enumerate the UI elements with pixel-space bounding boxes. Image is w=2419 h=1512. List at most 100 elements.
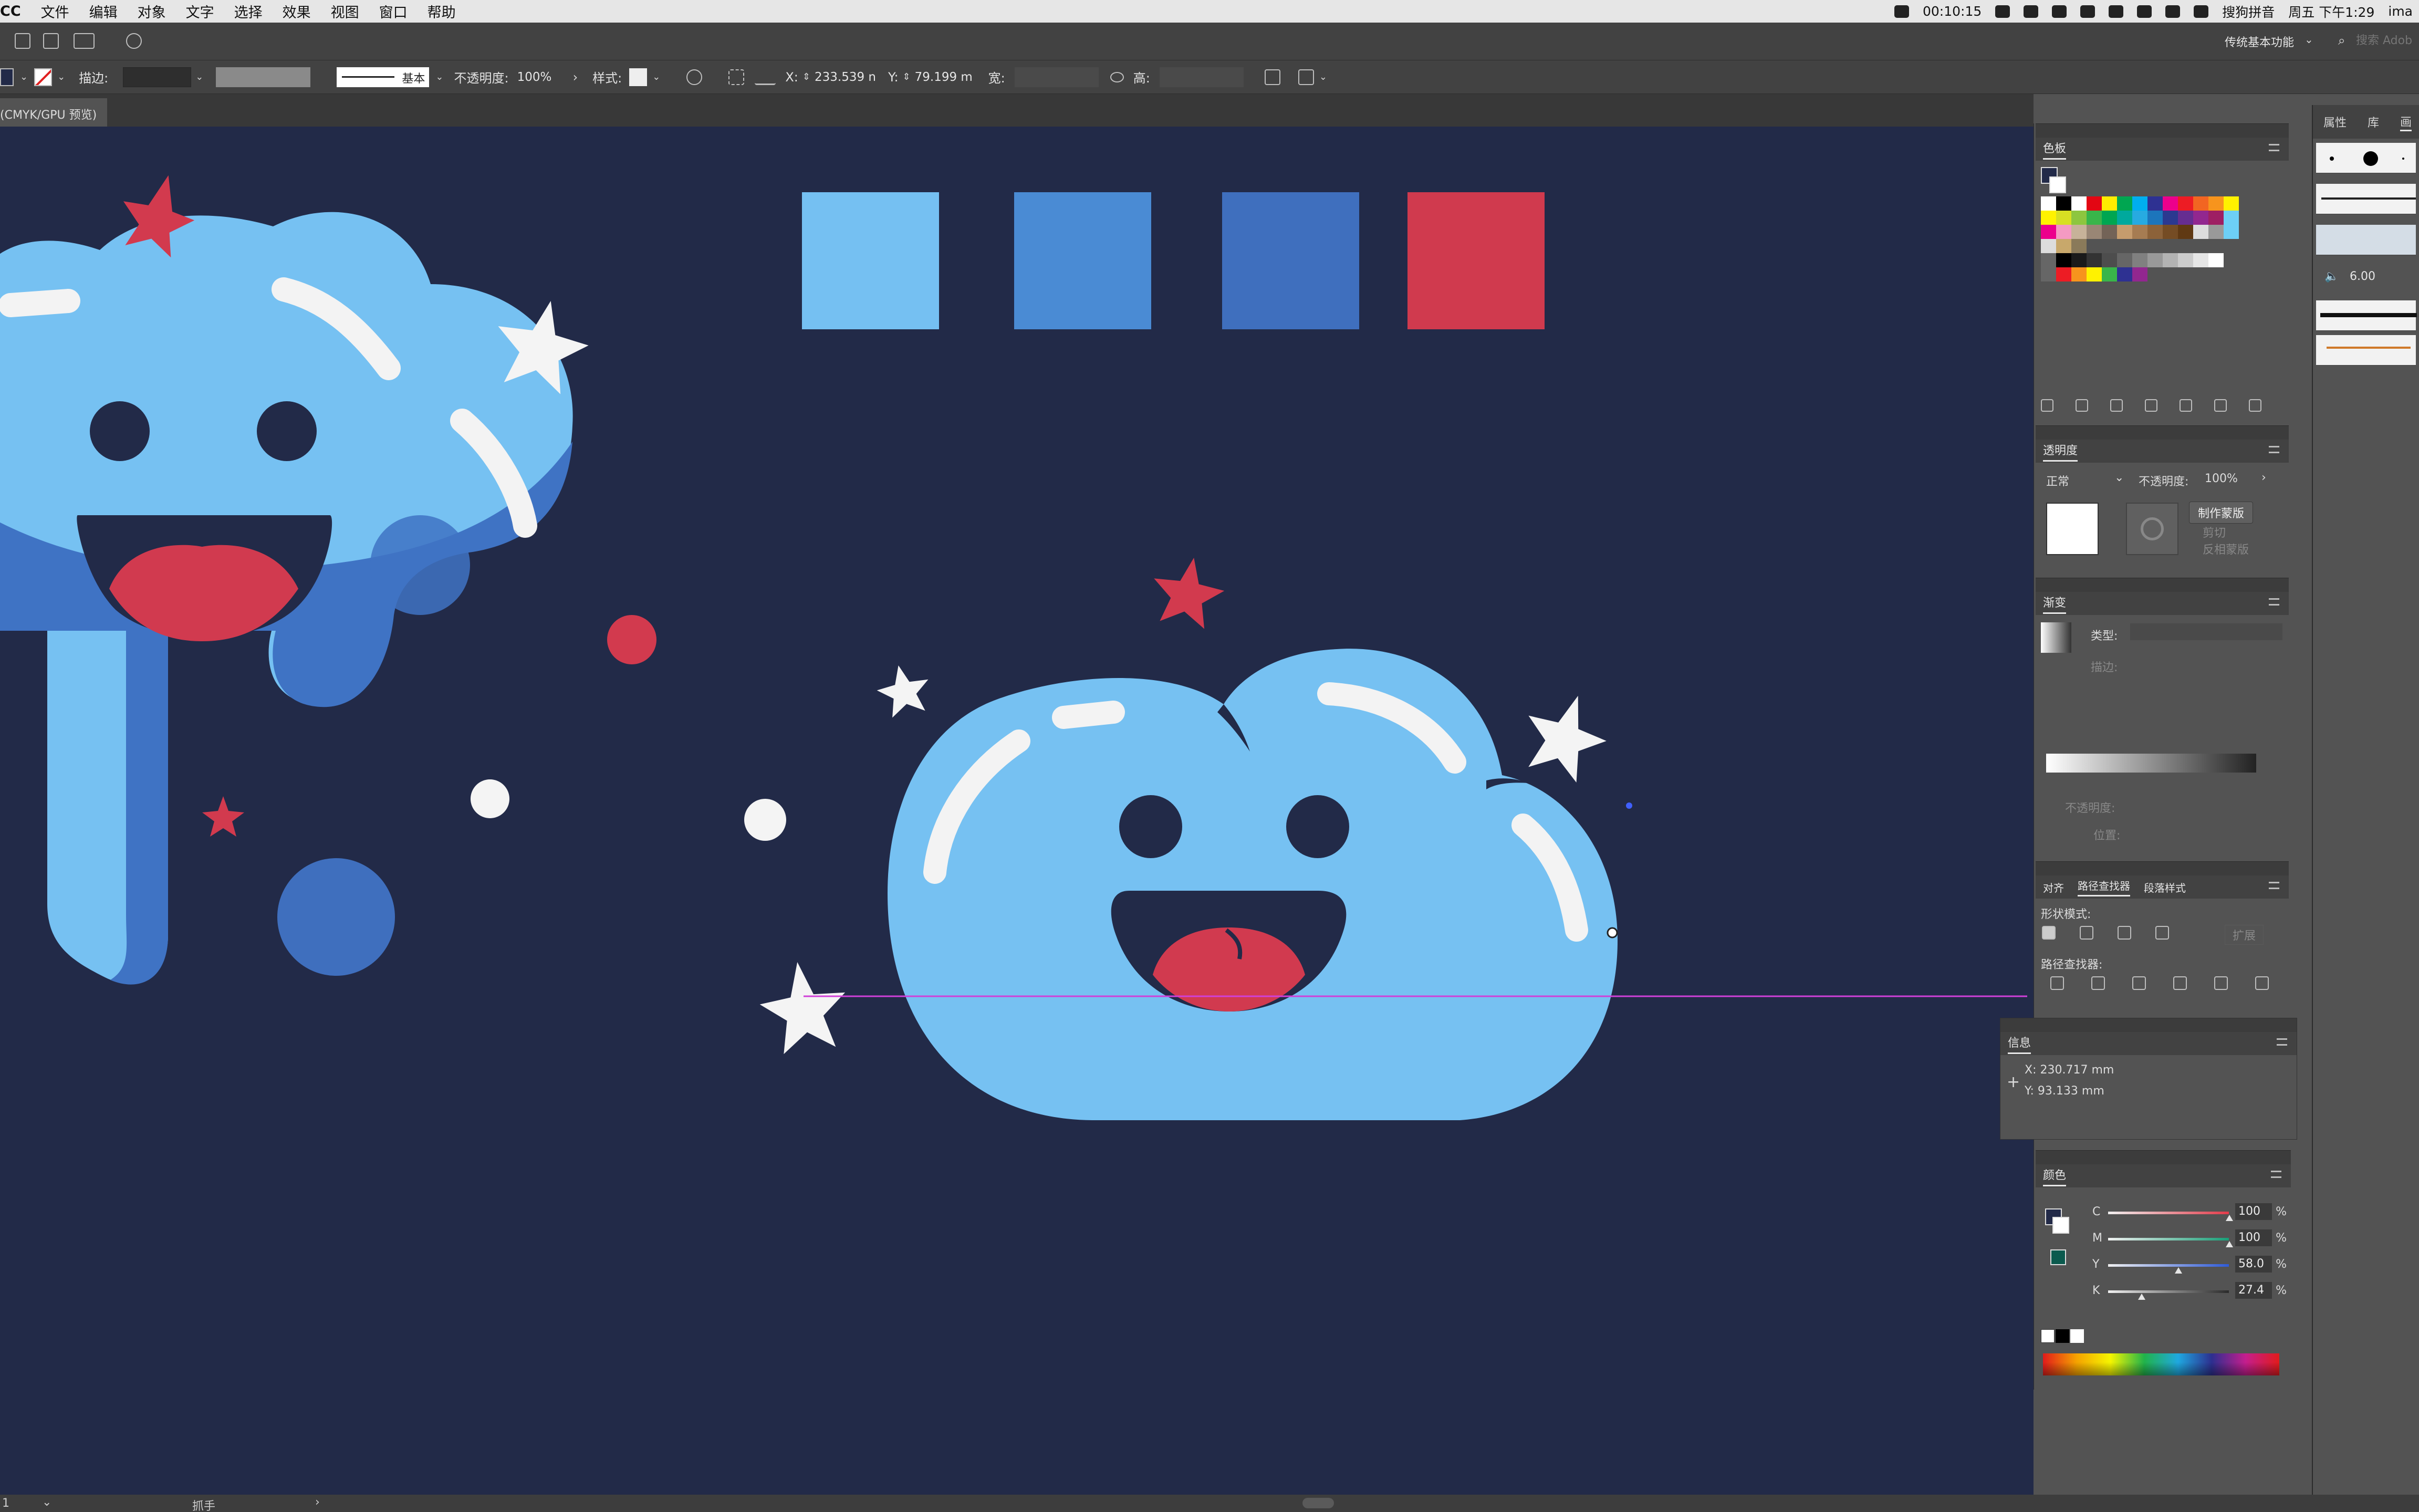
brush-charcoal[interactable] [2316, 300, 2417, 331]
stroke-weight-field[interactable] [123, 67, 192, 87]
opacity-field[interactable]: 100% [513, 67, 571, 87]
brush-art[interactable] [2316, 335, 2416, 366]
menu-effect[interactable]: 效果 [283, 1, 311, 22]
chevron-down-icon[interactable]: ⌄ [57, 71, 65, 82]
chevron-down-icon[interactable]: ⌄ [195, 71, 203, 82]
chevron-down-icon[interactable]: ⌄ [2114, 471, 2124, 484]
tray-app-icon[interactable] [2052, 5, 2067, 18]
color-swatch-mid-blue[interactable] [1014, 192, 1151, 329]
brush-dots[interactable] [2316, 143, 2416, 173]
clip-checkbox-label[interactable]: 剪切 [2203, 524, 2226, 540]
search-stock-input[interactable] [2356, 31, 2419, 50]
chevron-down-icon[interactable]: ⌄ [435, 71, 443, 82]
color-swatch-dark-blue[interactable] [1222, 192, 1359, 329]
invert-mask-checkbox-label[interactable]: 反相蒙版 [2203, 540, 2249, 557]
home-icon[interactable] [15, 33, 30, 49]
link-icon[interactable] [1110, 71, 1124, 82]
x-field[interactable]: 233.539 n [810, 67, 884, 87]
stroke-none-swatch[interactable] [34, 68, 53, 86]
panel-menu-icon[interactable] [2271, 1171, 2281, 1178]
variable-width-profile[interactable] [216, 67, 311, 87]
artboard-canvas[interactable] [0, 127, 2034, 1495]
y-stepper-icon[interactable]: ⇕ [903, 71, 911, 82]
wifi-icon[interactable] [2165, 5, 2181, 18]
slider-thumb[interactable] [2226, 1215, 2233, 1221]
gradient-slider[interactable] [2046, 754, 2256, 773]
brush-size-row[interactable]: 🔈 6.00 [2316, 263, 2416, 293]
chevron-right-icon[interactable]: › [315, 1496, 320, 1509]
smiling-cloud[interactable] [888, 649, 1618, 1120]
new-swatch-icon[interactable] [2214, 399, 2227, 412]
menu-type[interactable]: 文字 [186, 1, 214, 22]
menu-view[interactable]: 视图 [331, 1, 359, 22]
merge-icon[interactable] [2132, 976, 2146, 990]
airplay-icon[interactable] [2109, 5, 2124, 18]
graphic-style-swatch[interactable] [629, 68, 648, 86]
search-icon[interactable]: ⌕ [2338, 33, 2345, 48]
channel-slider[interactable] [2108, 1238, 2229, 1240]
tab-paragraph-styles[interactable]: 段落样式 [2144, 880, 2186, 895]
swatch-options-icon[interactable] [2110, 399, 2123, 412]
artwork[interactable] [0, 127, 2034, 1495]
channel-value-field[interactable]: 100 [2235, 1229, 2272, 1246]
make-mask-button[interactable]: 制作蒙版 [2189, 502, 2254, 524]
fill-stroke-indicator[interactable] [2041, 167, 2067, 196]
zoom-level[interactable]: 1 [2, 1497, 9, 1510]
chevron-right-icon[interactable]: › [573, 70, 578, 85]
menu-window[interactable]: 窗口 [379, 1, 408, 22]
app-menu[interactable]: CC [0, 3, 21, 19]
menu-object[interactable]: 对象 [138, 1, 166, 22]
delete-swatch-icon[interactable] [2249, 399, 2261, 412]
chevron-down-icon[interactable]: ⌄ [42, 1496, 51, 1509]
divide-icon[interactable] [2050, 976, 2064, 990]
selection-anchor[interactable] [1626, 802, 1632, 809]
record-icon[interactable] [1894, 5, 1909, 18]
panel-menu-icon[interactable] [2277, 1038, 2287, 1046]
slider-thumb[interactable] [2175, 1267, 2183, 1274]
tab-pathfinder[interactable]: 路径查找器 [2078, 878, 2130, 896]
tab-align[interactable]: 对齐 [2043, 880, 2064, 895]
align-options-icon[interactable] [1298, 69, 1314, 85]
panel-menu-icon[interactable] [2269, 144, 2279, 151]
panel-menu-icon[interactable] [2269, 882, 2279, 889]
channel-slider[interactable] [2108, 1290, 2229, 1293]
height-field[interactable] [1159, 67, 1244, 87]
x-stepper-icon[interactable]: ⇕ [802, 71, 810, 82]
swatches-tab[interactable]: 色板 [2043, 139, 2067, 160]
transform-icon[interactable] [1264, 69, 1280, 85]
horizontal-scrollbar[interactable] [1302, 1498, 1334, 1508]
channel-slider[interactable] [2108, 1212, 2229, 1214]
minus-back-icon[interactable] [2255, 976, 2269, 990]
tray-app-icon[interactable] [2024, 5, 2039, 18]
gpu-rocket-icon[interactable] [126, 33, 142, 49]
info-tab[interactable]: 信息 [2008, 1034, 2031, 1054]
expand-button[interactable]: 扩展 [2225, 925, 2264, 945]
chevron-down-icon[interactable]: ⌄ [652, 71, 660, 82]
swatch-library-icon[interactable] [2041, 399, 2053, 412]
color-tab[interactable]: 颜色 [2043, 1166, 2067, 1186]
width-field[interactable] [1014, 67, 1099, 87]
align-to-selection-icon[interactable] [728, 69, 745, 85]
color-spectrum[interactable] [2043, 1353, 2279, 1375]
show-kind-icon[interactable] [2076, 399, 2088, 412]
brush-line[interactable] [2316, 184, 2416, 214]
reference-point-icon[interactable] [755, 69, 776, 85]
chevron-down-icon[interactable]: ⌄ [1319, 71, 1327, 82]
chevron-down-icon[interactable]: ⌄ [2305, 33, 2313, 46]
menu-help[interactable]: 帮助 [428, 1, 456, 22]
unite-icon[interactable] [2042, 926, 2056, 940]
white-swatch[interactable] [2070, 1329, 2084, 1343]
clock[interactable]: 周五 下午1:29 [2288, 2, 2374, 21]
user-menu[interactable]: ima [2388, 4, 2413, 19]
gradient-type-select[interactable] [2130, 623, 2282, 640]
tab-brushes[interactable]: 画 [2400, 113, 2412, 131]
edit-color-group-icon[interactable] [2145, 399, 2157, 412]
brush-pattern[interactable] [2316, 225, 2416, 255]
chevron-right-icon[interactable]: › [2261, 471, 2266, 484]
document-tab[interactable]: (CMYK/GPU 预览) [0, 98, 108, 127]
chevron-down-icon[interactable]: ⌄ [20, 71, 28, 82]
intersect-icon[interactable] [2118, 926, 2131, 940]
channel-value-field[interactable]: 58.0 [2235, 1256, 2272, 1273]
workspace-switcher[interactable]: 传统基本功能 [2225, 33, 2294, 50]
anchor-point[interactable] [1607, 927, 1618, 939]
